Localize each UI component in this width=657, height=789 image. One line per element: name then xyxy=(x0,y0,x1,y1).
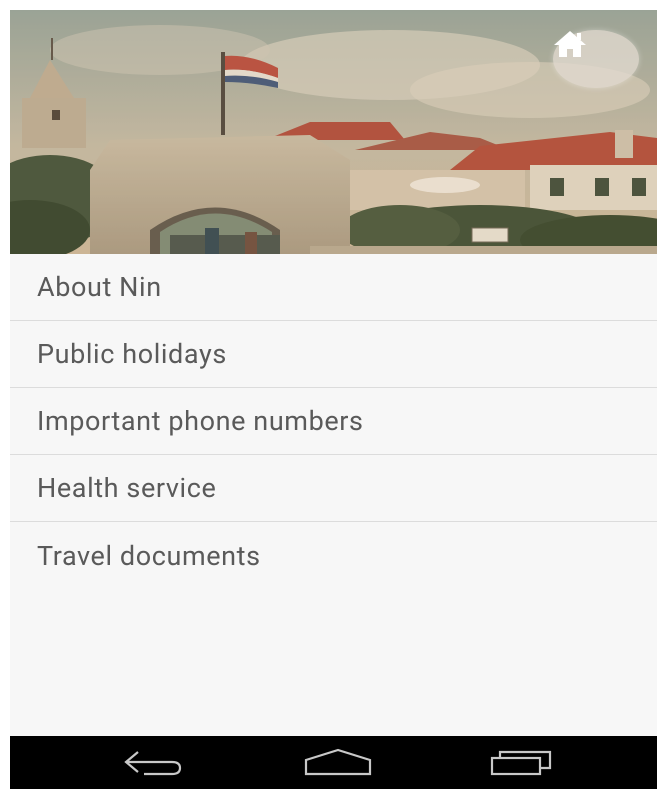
home-icon xyxy=(554,31,586,57)
back-button[interactable] xyxy=(122,748,186,780)
recent-apps-icon xyxy=(490,750,552,776)
home-outline-icon xyxy=(304,748,372,776)
menu-item-about-nin[interactable]: About Nin xyxy=(10,254,657,321)
home-button[interactable] xyxy=(553,30,639,88)
menu-item-travel-documents[interactable]: Travel documents xyxy=(10,522,657,589)
header-image xyxy=(10,10,657,254)
menu-item-health-service[interactable]: Health service xyxy=(10,455,657,522)
recent-apps-button[interactable] xyxy=(490,748,556,780)
menu-list: About Nin Public holidays Important phon… xyxy=(10,254,657,589)
menu-item-important-phone-numbers[interactable]: Important phone numbers xyxy=(10,388,657,455)
back-icon xyxy=(124,751,182,776)
menu-item-public-holidays[interactable]: Public holidays xyxy=(10,321,657,388)
system-navigation-bar xyxy=(10,736,657,789)
app-screen: About Nin Public holidays Important phon… xyxy=(10,10,657,789)
system-home-button[interactable] xyxy=(304,748,372,780)
